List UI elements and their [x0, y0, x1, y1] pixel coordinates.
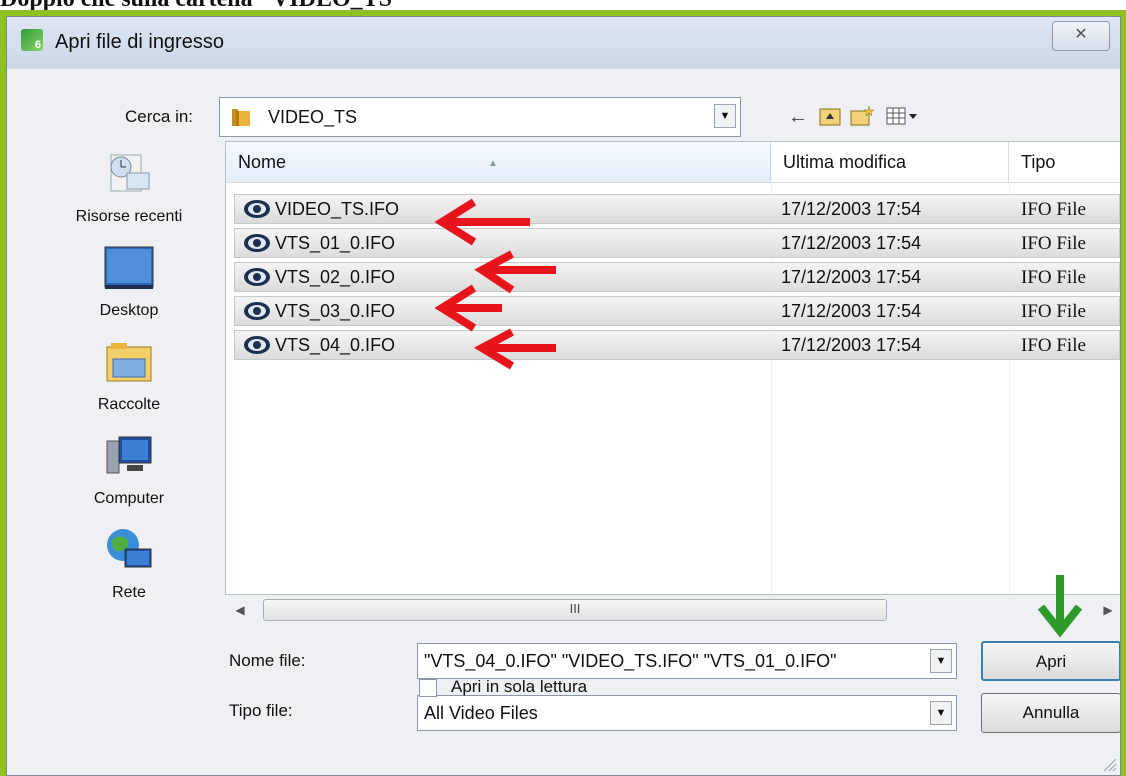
file-name: VTS_04_0.IFO: [275, 335, 396, 355]
file-row[interactable]: VIDEO_TS.IFO 17/12/2003 17:54 IFO File: [234, 194, 1120, 224]
file-date: 17/12/2003 17:54: [781, 267, 922, 287]
file-date: 17/12/2003 17:54: [781, 199, 922, 219]
file-type: IFO File: [1021, 233, 1086, 254]
chevron-down-icon[interactable]: ▼: [930, 649, 952, 673]
column-header-modified[interactable]: Ultima modifica: [771, 142, 1009, 182]
place-label: Computer: [93, 490, 165, 507]
column-header-name[interactable]: Nome ▲: [226, 142, 771, 182]
new-folder-icon[interactable]: [849, 105, 875, 129]
back-arrow-icon[interactable]: ←: [785, 105, 811, 129]
file-row[interactable]: VTS_02_0.IFO 17/12/2003 17:54 IFO File: [234, 262, 1120, 292]
close-button[interactable]: ✕: [1052, 21, 1110, 51]
file-type-value: All Video Files: [424, 703, 538, 723]
title-bar: Apri file di ingresso ✕: [7, 17, 1120, 69]
eye-icon: [244, 268, 270, 286]
look-in-label: Cerca in:: [125, 107, 194, 126]
file-date: 17/12/2003 17:54: [781, 233, 922, 253]
file-name-label: Nome file:: [229, 651, 306, 670]
up-folder-icon[interactable]: [817, 105, 843, 129]
file-date: 17/12/2003 17:54: [781, 335, 922, 355]
column-header-type[interactable]: Tipo: [1009, 142, 1120, 182]
place-label: Desktop: [99, 302, 159, 319]
folder-icon: [232, 109, 250, 126]
place-label: Risorse recenti: [75, 208, 183, 225]
place-libraries[interactable]: Raccolte: [49, 337, 209, 414]
place-recent[interactable]: Risorse recenti: [49, 149, 209, 226]
eye-icon: [244, 302, 270, 320]
eye-icon: [244, 234, 270, 252]
file-row[interactable]: VTS_04_0.IFO 17/12/2003 17:54 IFO File: [234, 330, 1120, 360]
list-header: Nome ▲ Ultima modifica Tipo: [226, 142, 1120, 183]
green-arrow-annotation: [1037, 575, 1083, 638]
red-arrow-annotation: [434, 284, 502, 332]
dialog-body: Cerca in: VIDEO_TS ▼ ← Risorse recenti D…: [7, 69, 1120, 775]
place-network[interactable]: Rete: [49, 525, 209, 602]
file-name-value: "VTS_04_0.IFO" "VIDEO_TS.IFO" "VTS_01_0.…: [424, 651, 837, 671]
view-menu-icon[interactable]: [885, 105, 919, 129]
file-date: 17/12/2003 17:54: [781, 301, 922, 321]
eye-icon: [244, 336, 270, 354]
file-name: VTS_02_0.IFO: [275, 267, 396, 287]
place-label: Raccolte: [97, 396, 161, 413]
look-in-value: VIDEO_TS: [268, 107, 358, 127]
chevron-down-icon[interactable]: ▼: [930, 701, 952, 725]
place-desktop[interactable]: Desktop: [49, 243, 209, 320]
file-row[interactable]: VTS_01_0.IFO 17/12/2003 17:54 IFO File: [234, 228, 1120, 258]
file-type: IFO File: [1021, 267, 1086, 288]
look-in-dropdown[interactable]: VIDEO_TS ▼: [219, 97, 741, 137]
file-type: IFO File: [1021, 199, 1086, 220]
readonly-checkbox[interactable]: [419, 679, 437, 697]
sort-ascending-icon: ▲: [488, 158, 498, 169]
file-name-field[interactable]: "VTS_04_0.IFO" "VIDEO_TS.IFO" "VTS_01_0.…: [417, 643, 957, 679]
scroll-thumb[interactable]: III: [263, 599, 887, 621]
computer-icon: [106, 436, 152, 474]
chevron-down-icon[interactable]: ▼: [714, 104, 736, 128]
scroll-right-icon[interactable]: ▶: [1099, 601, 1117, 619]
eye-icon: [244, 200, 270, 218]
file-list: Nome ▲ Ultima modifica Tipo VIDEO_TS.IFO…: [225, 141, 1120, 595]
column-name-label: Nome: [238, 152, 287, 172]
file-row[interactable]: VTS_03_0.IFO 17/12/2003 17:54 IFO File: [234, 296, 1120, 326]
app-icon: [21, 29, 43, 51]
open-file-dialog: Apri file di ingresso ✕ Cerca in: VIDEO_…: [6, 16, 1121, 776]
scroll-left-icon[interactable]: ◀: [231, 601, 249, 619]
readonly-label: Apri in sola lettura: [451, 677, 588, 696]
file-name: VTS_03_0.IFO: [275, 301, 396, 321]
resize-grip-icon[interactable]: [1098, 753, 1118, 773]
horizontal-scrollbar[interactable]: ◀ III ▶: [225, 595, 1120, 625]
cancel-button[interactable]: Annulla: [981, 693, 1120, 733]
file-type: IFO File: [1021, 301, 1086, 322]
file-name: VIDEO_TS.IFO: [275, 199, 400, 219]
dialog-title: Apri file di ingresso: [55, 31, 224, 53]
network-icon: [107, 529, 152, 568]
desktop-icon: [104, 246, 154, 289]
red-arrow-annotation: [434, 198, 530, 246]
libraries-icon: [106, 343, 152, 382]
open-button[interactable]: Apri: [981, 641, 1120, 681]
file-type-label: Tipo file:: [229, 701, 293, 720]
red-arrow-annotation: [473, 328, 556, 370]
file-type: IFO File: [1021, 335, 1086, 356]
place-label: Rete: [112, 584, 146, 601]
place-computer[interactable]: Computer: [49, 431, 209, 508]
file-type-dropdown[interactable]: All Video Files ▼: [417, 695, 957, 731]
recent-places-icon: [110, 154, 150, 192]
places-bar: Risorse recenti Desktop Raccolte Compute…: [49, 149, 209, 669]
file-name: VTS_01_0.IFO: [275, 233, 396, 253]
